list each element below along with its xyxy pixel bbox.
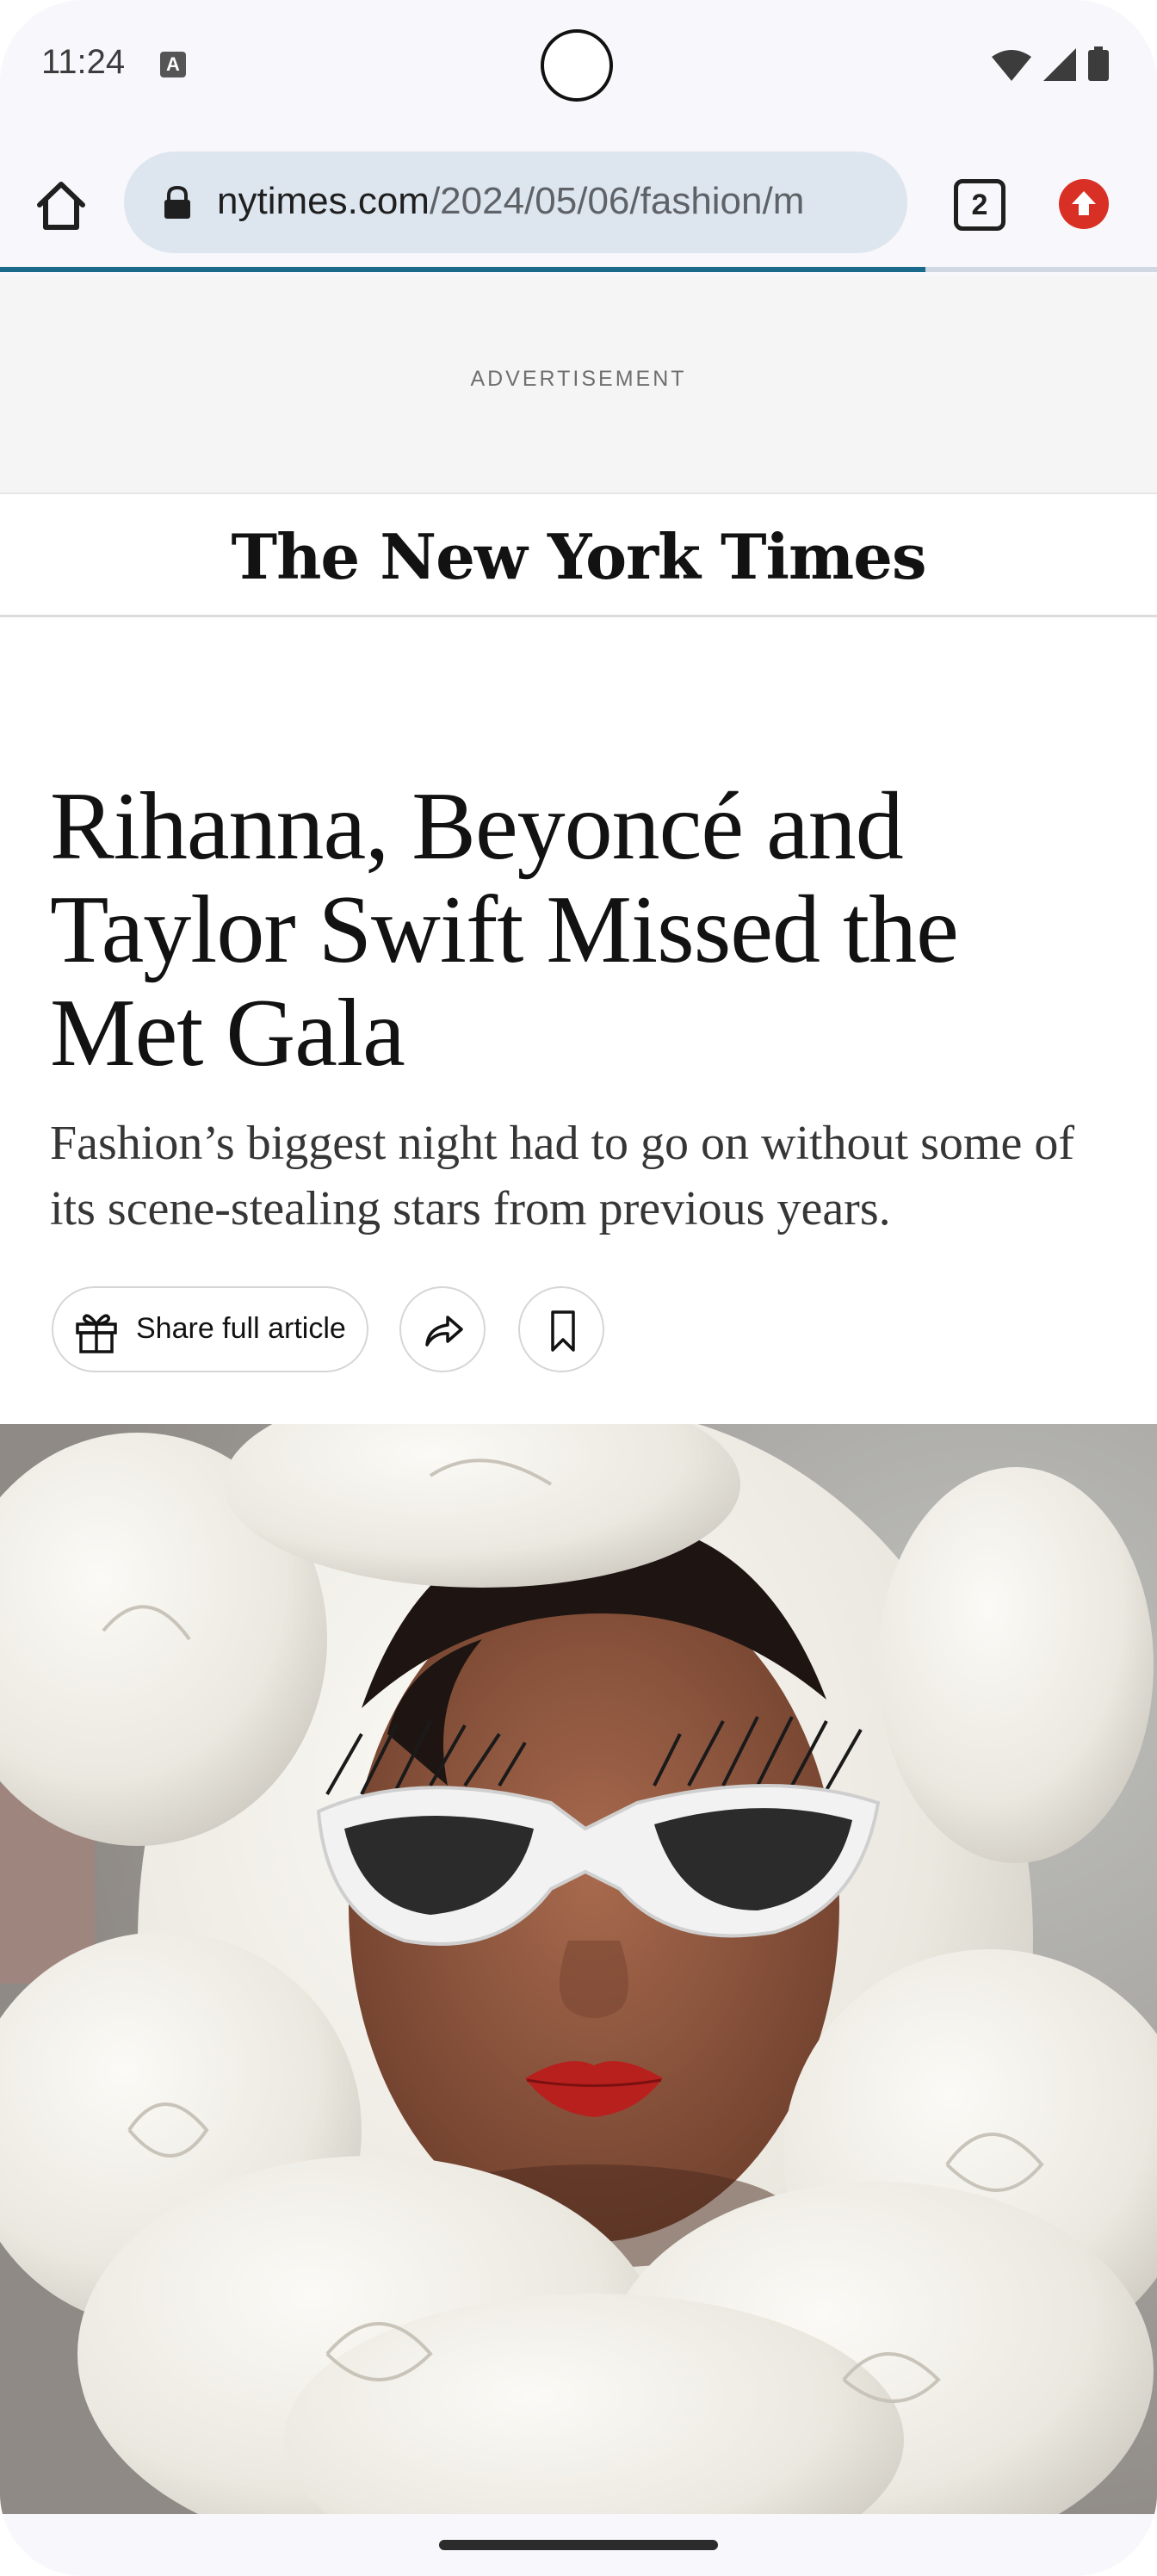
nyt-logo[interactable]: The New York Times	[0, 520, 1157, 593]
status-bar: 11:24 A	[0, 0, 1157, 129]
save-bookmark-button[interactable]	[518, 1286, 604, 1372]
article-headline: Rihanna, Beyoncé and Taylor Swift Missed…	[50, 773, 959, 1087]
advertisement-label: ADVERTISEMENT	[470, 367, 687, 391]
url-path: /2024/05/06/fashion/m	[429, 180, 805, 222]
share-button[interactable]	[399, 1286, 486, 1372]
home-icon	[37, 182, 85, 230]
advertisement-slot: ADVERTISEMENT	[0, 276, 1157, 494]
battery-icon	[1088, 46, 1109, 81]
signal-icon	[1043, 48, 1076, 81]
page-load-progress-fill	[0, 267, 926, 272]
browser-toolbar: nytimes.com/2024/05/06/fashion/m 2	[0, 129, 1157, 276]
wifi-icon	[992, 50, 1031, 81]
status-time: 11:24	[41, 43, 126, 81]
share-icon	[425, 1316, 463, 1347]
page-load-progress	[0, 267, 1157, 272]
hero-photo-illustration	[0, 1424, 1157, 2514]
article-hero-image[interactable]	[0, 1424, 1157, 2514]
url-text[interactable]: nytimes.com/2024/05/06/fashion/m	[217, 176, 888, 227]
share-full-article-label: Share full article	[136, 1312, 346, 1345]
update-icon	[1072, 191, 1096, 215]
phone-screen: 11:24 A nytimes.com/2024/05/06/fashion/m…	[0, 0, 1157, 2576]
url-domain: nytimes.com	[217, 180, 430, 222]
bookmark-icon	[551, 1310, 575, 1352]
status-icons	[992, 46, 1109, 81]
update-button[interactable]	[1059, 179, 1109, 229]
home-button[interactable]	[31, 176, 91, 236]
notification-a-icon: A	[160, 52, 186, 77]
masthead: The New York Times	[0, 494, 1157, 617]
camera-cutout	[541, 29, 613, 102]
article-summary: Fashion’s biggest night had to go on wit…	[50, 1117, 1074, 1235]
lock-icon[interactable]	[162, 186, 193, 220]
tab-switcher-button[interactable]: 2	[954, 179, 1005, 231]
address-bar[interactable]: nytimes.com/2024/05/06/fashion/m	[124, 152, 907, 253]
share-full-article-button[interactable]: Share full article	[52, 1286, 368, 1372]
home-gesture-handle[interactable]	[439, 2540, 718, 2550]
gift-icon	[76, 1314, 117, 1353]
tab-count: 2	[971, 189, 988, 221]
